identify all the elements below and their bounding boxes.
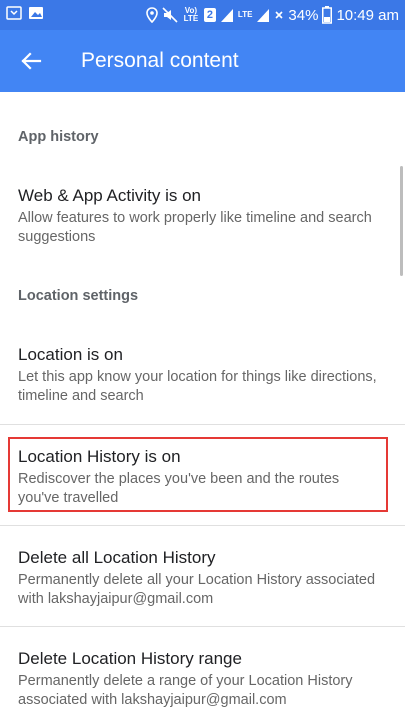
- status-left-icons: [6, 5, 44, 21]
- image-icon: [28, 5, 44, 21]
- item-location[interactable]: Location is on Let this app know your lo…: [0, 344, 405, 404]
- location-pin-icon: [146, 7, 158, 23]
- highlight-box: [8, 437, 388, 512]
- status-right-icons: Vo) LTE 2 LTE 34% 10:49 am: [146, 3, 399, 27]
- content-list[interactable]: App history Web & App Activity is on All…: [0, 92, 405, 720]
- arrow-left-icon: [21, 52, 42, 70]
- item-description: Allow features to work properly like tim…: [18, 210, 372, 245]
- item-web-app-activity[interactable]: Web & App Activity is on Allow features …: [0, 185, 405, 245]
- item-description: Let this app know your location for thin…: [18, 369, 377, 404]
- app-bar: Personal content: [0, 30, 405, 92]
- item-delete-all-location-history[interactable]: Delete all Location History Permanently …: [0, 547, 405, 607]
- section-header-location-settings: Location settings: [18, 288, 139, 304]
- item-title: Web & App Activity is on: [18, 186, 201, 205]
- divider: [0, 525, 405, 526]
- status-bar: Vo) LTE 2 LTE 34% 10:49 am: [0, 0, 405, 30]
- clock: 10:49 am: [336, 6, 399, 24]
- divider: [0, 424, 405, 425]
- signal-icon: [220, 7, 234, 23]
- close-icon: [274, 7, 284, 23]
- sim-badge: 2: [203, 8, 216, 22]
- item-description: Permanently delete a range of your Locat…: [18, 673, 353, 708]
- download-icon: [6, 5, 22, 21]
- divider: [0, 626, 405, 627]
- mute-icon: [162, 7, 178, 23]
- item-description: Permanently delete all your Location His…: [18, 572, 376, 607]
- signal-icon-2: [256, 7, 270, 23]
- back-button[interactable]: [16, 47, 46, 75]
- lte-label: LTE: [237, 10, 253, 19]
- screen: Vo) LTE 2 LTE 34% 10:49 am Personal cont…: [0, 0, 405, 720]
- battery-percent: 34%: [288, 6, 319, 24]
- item-title: Delete Location History range: [18, 649, 242, 668]
- item-title: Location is on: [18, 345, 123, 364]
- battery-icon: [322, 6, 333, 24]
- item-delete-location-history-range[interactable]: Delete Location History range Permanentl…: [0, 648, 405, 708]
- page-title: Personal content: [81, 49, 239, 72]
- section-header-app-history: App history: [18, 129, 99, 145]
- item-title: Delete all Location History: [18, 548, 216, 567]
- volte-label: Vo) LTE: [183, 6, 199, 23]
